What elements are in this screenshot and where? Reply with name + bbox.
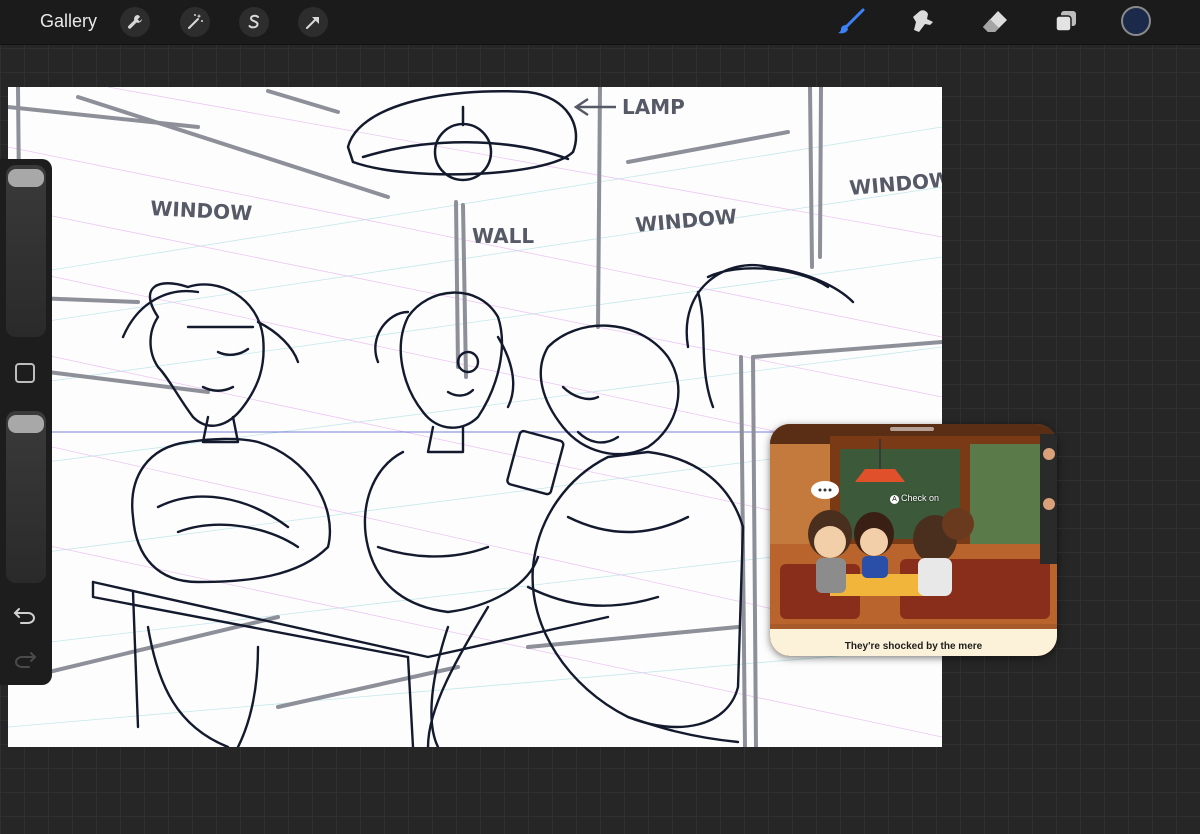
brush-icon[interactable] <box>835 6 867 38</box>
picture-in-picture-video[interactable]: A Check on They're shocked by the mere <box>770 424 1057 656</box>
undo-icon[interactable] <box>13 605 37 630</box>
wrench-icon[interactable] <box>120 7 150 37</box>
opacity-thumb[interactable] <box>8 415 44 433</box>
lamp-label: LAMP <box>622 95 685 119</box>
opacity-slider[interactable] <box>6 411 46 583</box>
brush-size-thumb[interactable] <box>8 169 44 187</box>
square-modify-icon[interactable] <box>15 363 35 383</box>
check-on-label: Check on <box>901 493 940 503</box>
window-center-label: WINDOW <box>634 204 738 237</box>
left-sidebar <box>0 159 52 685</box>
eraser-icon[interactable] <box>979 6 1011 38</box>
magic-wand-icon[interactable] <box>180 7 210 37</box>
arrow-cursor-icon[interactable] <box>298 7 328 37</box>
brush-size-slider[interactable] <box>6 165 46 337</box>
gallery-button[interactable]: Gallery <box>40 11 97 32</box>
check-on-prompt: A Check on <box>890 493 939 504</box>
a-button-icon: A <box>890 495 899 504</box>
selection-s-icon[interactable] <box>239 7 269 37</box>
video-caption: They're shocked by the mere <box>844 641 983 652</box>
top-toolbar: Gallery <box>0 0 1200 45</box>
window-right-label: WINDOW <box>848 167 942 200</box>
smudge-icon[interactable] <box>907 6 939 38</box>
wall-label: WALL <box>472 224 534 248</box>
pip-drag-handle[interactable] <box>890 427 934 431</box>
window-left-label: WINDOW <box>150 196 253 225</box>
game-scene-image <box>770 424 1057 656</box>
redo-icon[interactable] <box>13 649 37 674</box>
color-picker-button[interactable] <box>1121 6 1151 36</box>
layers-icon[interactable] <box>1050 6 1082 38</box>
